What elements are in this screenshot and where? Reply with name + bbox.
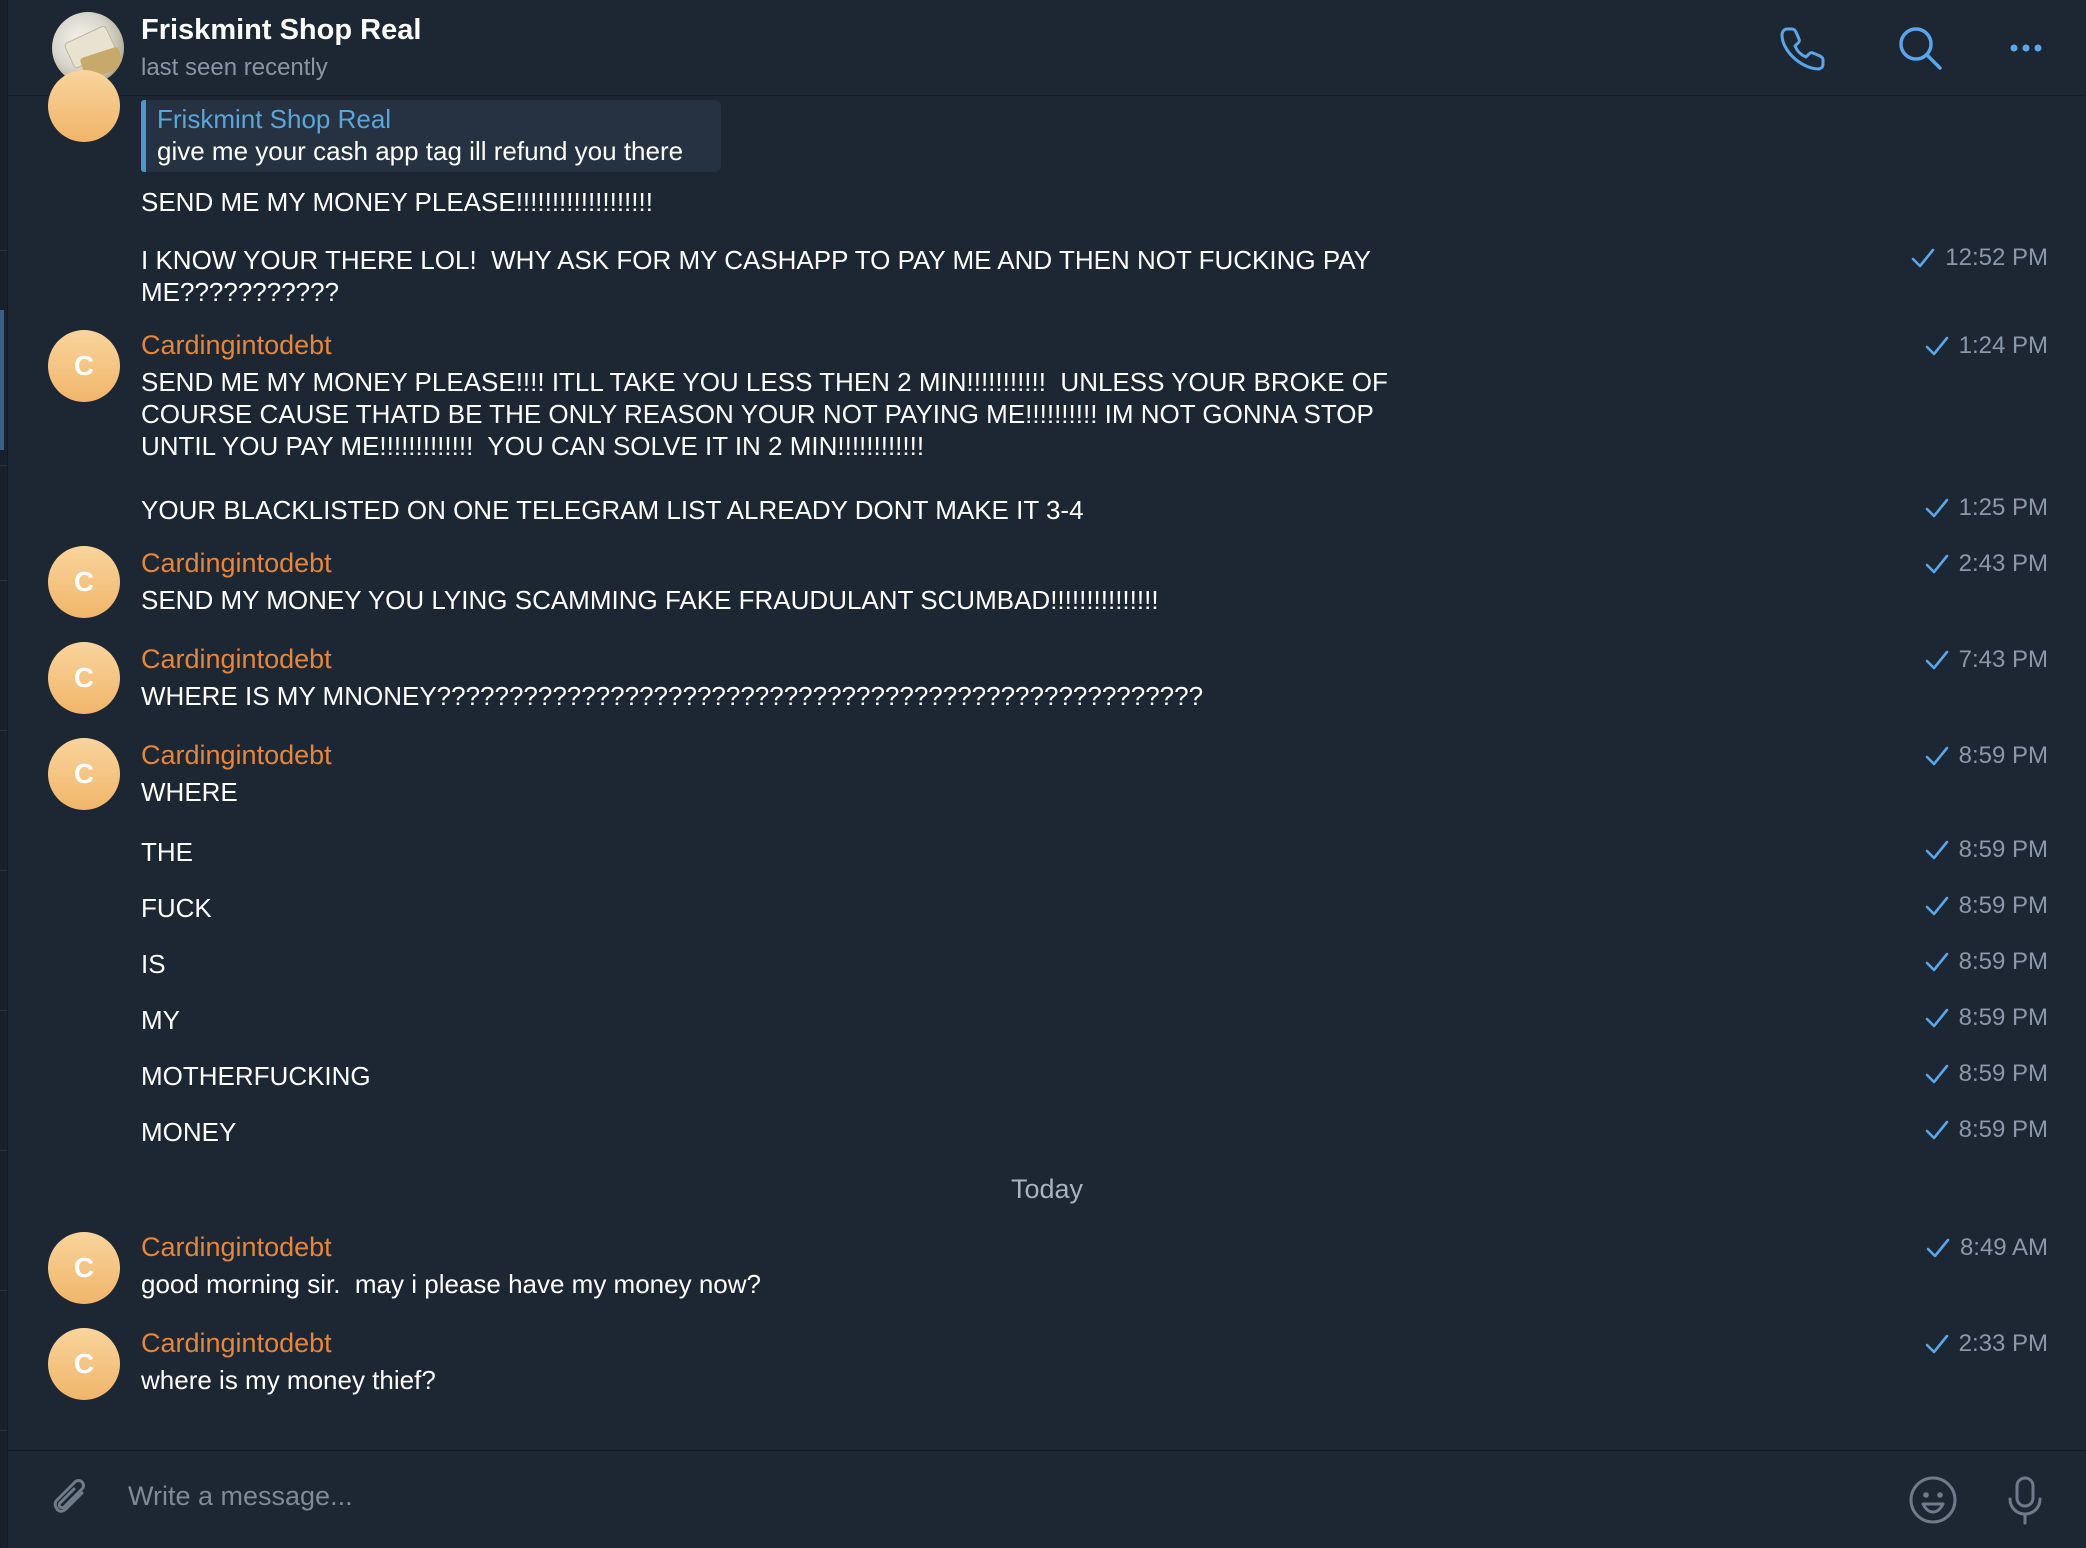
time-label: 7:43 PM <box>1958 646 2048 673</box>
message-text: good morning sir. may i please have my m… <box>141 1269 761 1299</box>
message-text: MONEY <box>141 1117 237 1147</box>
message-text: FUCK <box>141 893 212 923</box>
date-separator: Today <box>1010 1174 1084 1204</box>
time-label: 2:33 PM <box>1958 1330 2048 1357</box>
chat-list-divider <box>0 250 7 251</box>
sender-name[interactable]: Cardingintodebt <box>141 740 332 771</box>
message-time: 12:52 PM <box>1911 244 2048 272</box>
chat-list-divider <box>0 1430 7 1431</box>
time-label: 8:59 PM <box>1958 1004 2048 1031</box>
message-text: MOTHERFUCKING <box>141 1061 371 1091</box>
message-list[interactable]: Friskmint Shop Real give me your cash ap… <box>8 70 2086 1450</box>
message-input[interactable]: Write a message... <box>128 1481 353 1512</box>
message-text: THE <box>141 837 193 867</box>
sender-avatar[interactable]: C <box>48 1328 120 1400</box>
message-time: 8:49 AM <box>1926 1234 2048 1262</box>
message-time: 2:43 PM <box>1925 550 2048 578</box>
chat-list-divider <box>0 1150 7 1151</box>
message-text: I KNOW YOUR THERE LOL! WHY ASK FOR MY CA… <box>141 245 1378 307</box>
message-text: YOUR BLACKLISTED ON ONE TELEGRAM LIST AL… <box>141 495 1084 525</box>
message-text: IS <box>141 949 166 979</box>
phone-icon[interactable] <box>1774 20 1830 76</box>
sender-avatar[interactable]: C <box>48 642 120 714</box>
time-label: 2:43 PM <box>1958 550 2048 577</box>
chat-list-divider <box>0 1290 7 1291</box>
sent-check-icon <box>1925 896 1948 916</box>
time-label: 8:59 PM <box>1958 1060 2048 1087</box>
time-label: 1:25 PM <box>1958 494 2048 521</box>
message-text: WHERE <box>141 777 238 807</box>
sent-check-icon <box>1925 840 1948 860</box>
message-text: SEND MY MONEY YOU LYING SCAMMING FAKE FR… <box>141 585 1159 615</box>
chat-list-edge <box>0 0 8 1548</box>
sender-name[interactable]: Cardingintodebt <box>141 330 332 361</box>
message-time: 8:59 PM <box>1925 836 2048 864</box>
time-label: 8:49 AM <box>1959 1234 2048 1261</box>
sent-check-icon <box>1925 952 1948 972</box>
message-time: 8:59 PM <box>1925 1116 2048 1144</box>
time-label: 8:59 PM <box>1958 836 2048 863</box>
sent-check-icon <box>1925 1120 1948 1140</box>
sent-check-icon <box>1925 554 1948 574</box>
message-time: 8:59 PM <box>1925 742 2048 770</box>
sender-name[interactable]: Cardingintodebt <box>141 1328 332 1359</box>
message-time: 1:24 PM <box>1925 332 2048 360</box>
sent-check-icon <box>1925 1334 1948 1354</box>
reply-quote-bar <box>141 100 146 172</box>
reply-quote-name: Friskmint Shop Real <box>157 104 392 134</box>
time-label: 8:59 PM <box>1958 948 2048 975</box>
sent-check-icon <box>1926 1238 1950 1258</box>
message-time: 2:33 PM <box>1925 1330 2048 1358</box>
sent-check-icon <box>1911 248 1935 268</box>
message-time: 7:43 PM <box>1925 646 2048 674</box>
emoji-icon[interactable] <box>1906 1473 1960 1527</box>
chat-list-divider <box>0 870 7 871</box>
chat-title[interactable]: Friskmint Shop Real <box>141 14 421 47</box>
sent-check-icon <box>1925 1064 1948 1084</box>
sent-check-icon <box>1925 746 1948 766</box>
chat-list-selected-indicator <box>0 310 4 450</box>
sender-name[interactable]: Cardingintodebt <box>141 1232 332 1263</box>
message-text: where is my money thief? <box>141 1365 436 1395</box>
message-time: 8:59 PM <box>1925 1004 2048 1032</box>
message-time: 8:59 PM <box>1925 948 2048 976</box>
chat-list-divider <box>0 465 7 466</box>
chat-header: Friskmint Shop Real last seen recently <box>8 0 2086 96</box>
message-time: 8:59 PM <box>1925 892 2048 920</box>
microphone-icon[interactable] <box>1998 1473 2052 1527</box>
chat-list-divider <box>0 730 7 731</box>
sent-check-icon <box>1925 1008 1948 1028</box>
sender-avatar[interactable] <box>48 70 120 142</box>
attach-icon[interactable] <box>44 1473 98 1527</box>
sent-check-icon <box>1925 498 1948 518</box>
sender-avatar[interactable]: C <box>48 330 120 402</box>
time-label: 12:52 PM <box>1945 244 2048 271</box>
sender-avatar[interactable]: C <box>48 1232 120 1304</box>
message-composer: Write a message... <box>8 1450 2086 1548</box>
time-label: 8:59 PM <box>1958 1116 2048 1143</box>
chat-status: last seen recently <box>141 54 328 81</box>
message-text: SEND ME MY MONEY PLEASE!!!! ITLL TAKE YO… <box>141 367 1396 461</box>
sender-name[interactable]: Cardingintodebt <box>141 644 332 675</box>
more-icon[interactable] <box>1998 20 2054 76</box>
chat-list-divider <box>0 1010 7 1011</box>
sent-check-icon <box>1925 336 1948 356</box>
sender-name[interactable]: Cardingintodebt <box>141 548 332 579</box>
sent-check-icon <box>1925 650 1948 670</box>
search-icon[interactable] <box>1892 20 1948 76</box>
reply-quote-text: give me your cash app tag ill refund you… <box>157 136 684 166</box>
message-text: WHERE IS MY MNONEY??????????????????????… <box>141 681 1204 711</box>
message-text: MY <box>141 1005 180 1035</box>
message-text: SEND ME MY MONEY PLEASE!!!!!!!!!!!!!!!!!… <box>141 187 653 217</box>
sender-avatar[interactable]: C <box>48 738 120 810</box>
chat-list-divider <box>0 580 7 581</box>
message-time: 1:25 PM <box>1925 494 2048 522</box>
reply-quote[interactable]: Friskmint Shop Real give me your cash ap… <box>141 100 721 172</box>
sender-avatar[interactable]: C <box>48 546 120 618</box>
time-label: 1:24 PM <box>1958 332 2048 359</box>
time-label: 8:59 PM <box>1958 892 2048 919</box>
message-time: 8:59 PM <box>1925 1060 2048 1088</box>
time-label: 8:59 PM <box>1958 742 2048 769</box>
